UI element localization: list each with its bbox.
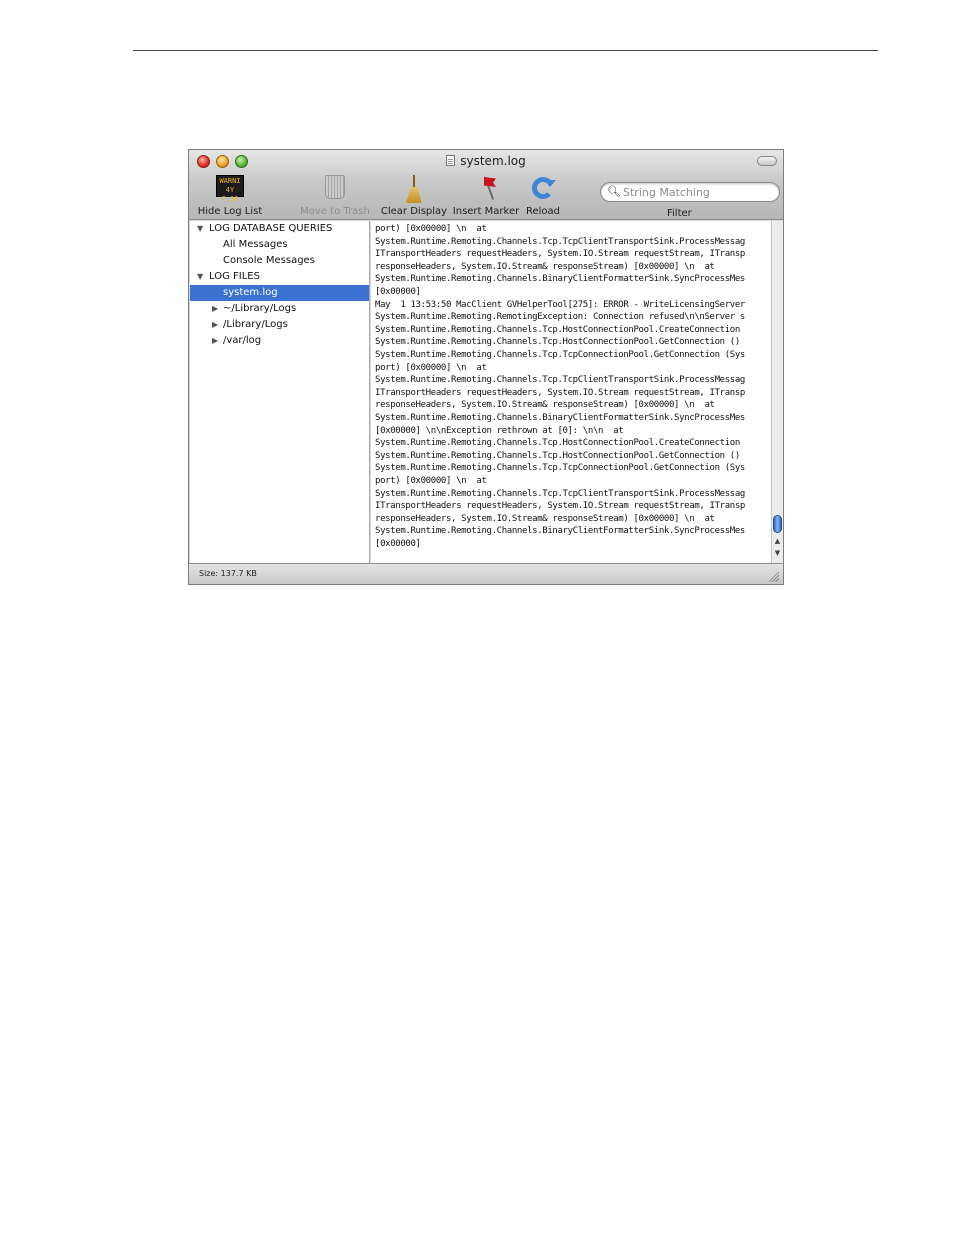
scrollbar-thumb[interactable] — [773, 515, 782, 533]
flag-cloth — [484, 177, 496, 187]
disclosure-closed-icon[interactable]: ▶ — [212, 301, 218, 317]
sidebar-section-label: LOG DATABASE QUERIES — [209, 223, 333, 234]
log-line: ITransportHeaders requestHeaders, System… — [375, 387, 745, 398]
log-line: System.Runtime.Remoting.RemotingExceptio… — [375, 312, 745, 323]
window-title: system.log — [189, 153, 783, 169]
sidebar-item-library-logs[interactable]: ▶ /Library/Logs — [190, 317, 369, 333]
window-titlebar[interactable]: system.log WARNI 4Y 7:36 Hide Log List M… — [189, 150, 783, 220]
log-line: System.Runtime.Remoting.Channels.BinaryC… — [375, 526, 745, 537]
sidebar-item-label: system.log — [223, 287, 278, 298]
log-line: System.Runtime.Remoting.Channels.Tcp.Hos… — [375, 438, 740, 449]
toolbar-toggle-button[interactable] — [757, 156, 777, 166]
log-line: responseHeaders, System.IO.Stream& respo… — [375, 261, 715, 272]
sidebar-item-all-messages[interactable]: All Messages — [190, 237, 369, 253]
move-to-trash-label: Move to Trash — [300, 206, 370, 217]
log-line: port) [0x00000] \n at — [375, 224, 487, 234]
broom-icon — [405, 175, 423, 203]
log-line: System.Runtime.Remoting.Channels.Tcp.Tcp… — [375, 488, 745, 499]
filter-search-input[interactable] — [623, 184, 773, 200]
sidebar-section-log-database-queries[interactable]: ▼ LOG DATABASE QUERIES — [190, 221, 369, 237]
search-icon: 🔍︎ — [607, 185, 621, 198]
console-window: system.log WARNI 4Y 7:36 Hide Log List M… — [188, 149, 784, 585]
log-line: ITransportHeaders requestHeaders, System… — [375, 501, 745, 512]
log-content-view[interactable]: port) [0x00000] \n at System.Runtime.Remo… — [371, 221, 771, 563]
log-line: System.Runtime.Remoting.Channels.BinaryC… — [375, 274, 745, 285]
log-line: System.Runtime.Remoting.Channels.Tcp.Hos… — [375, 450, 740, 461]
log-line: [0x00000] — [375, 287, 421, 297]
scroll-up-arrow-icon[interactable]: ▲ — [772, 537, 783, 545]
sidebar-item-console-messages[interactable]: Console Messages — [190, 253, 369, 269]
sidebar-item-label: /Library/Logs — [223, 319, 288, 330]
log-line: ITransportHeaders requestHeaders, System… — [375, 249, 745, 260]
log-vertical-scrollbar[interactable]: ▲ ▼ — [771, 221, 783, 563]
trash-icon — [325, 175, 345, 199]
sidebar-item-label: All Messages — [223, 239, 288, 250]
filter-search-field[interactable]: 🔍︎ — [600, 182, 780, 202]
status-bar: Size: 137.7 KB — [189, 563, 783, 584]
warning-log-icon: WARNI 4Y 7:36 — [216, 175, 244, 203]
log-list-sidebar: ▼ LOG DATABASE QUERIES All Messages Cons… — [190, 221, 370, 563]
log-line: responseHeaders, System.IO.Stream& respo… — [375, 513, 715, 524]
document-icon — [446, 155, 456, 166]
sidebar-section-label: LOG FILES — [209, 271, 260, 282]
disclosure-open-icon[interactable]: ▼ — [197, 221, 203, 237]
scroll-down-arrow-icon[interactable]: ▼ — [772, 549, 783, 557]
filter-label: Filter — [667, 208, 692, 219]
page-header-rule — [133, 50, 878, 51]
log-line: System.Runtime.Remoting.Channels.Tcp.Tcp… — [375, 375, 745, 386]
reload-label: Reload — [525, 206, 561, 217]
log-line: System.Runtime.Remoting.Channels.Tcp.Hos… — [375, 337, 740, 348]
window-title-text: system.log — [460, 154, 526, 168]
reload-icon — [532, 177, 556, 199]
flag-icon — [475, 175, 497, 201]
hide-log-list-label: Hide Log List — [197, 206, 263, 217]
disclosure-closed-icon[interactable]: ▶ — [212, 333, 218, 349]
disclosure-open-icon[interactable]: ▼ — [197, 269, 203, 285]
warning-log-icon-line-2: 4Y 7:36 — [221, 186, 239, 203]
log-line: port) [0x00000] \n at — [375, 476, 487, 486]
log-line: May 1 13:53:50 MacClient GVHelperTool[27… — [375, 299, 745, 310]
log-line: System.Runtime.Remoting.Channels.Tcp.Hos… — [375, 324, 740, 335]
disclosure-closed-icon[interactable]: ▶ — [212, 317, 218, 333]
log-line: [0x00000] — [375, 539, 421, 549]
log-line: port) [0x00000] \n at — [375, 362, 487, 373]
sidebar-item-var-log[interactable]: ▶ /var/log — [190, 333, 369, 349]
log-line: System.Runtime.Remoting.Channels.BinaryC… — [375, 413, 745, 423]
file-size-label: Size: 137.7 KB — [199, 569, 257, 578]
broom-bristles — [406, 187, 422, 203]
warning-log-icon-line-1: WARNI — [219, 177, 241, 185]
broom-stick — [413, 175, 415, 189]
resize-grip-icon[interactable] — [769, 572, 779, 582]
log-line: [0x00000] \n\nException rethrown at [0]:… — [375, 425, 624, 436]
sidebar-item-label: ~/Library/Logs — [223, 303, 297, 314]
clear-display-label: Clear Display — [380, 206, 448, 217]
sidebar-item-label: Console Messages — [223, 255, 315, 266]
sidebar-item-system-log[interactable]: system.log — [190, 285, 369, 301]
log-line: System.Runtime.Remoting.Channels.Tcp.Tcp… — [375, 236, 745, 247]
sidebar-item-user-library-logs[interactable]: ▶ ~/Library/Logs — [190, 301, 369, 317]
insert-marker-label: Insert Marker — [452, 206, 520, 217]
log-line: responseHeaders, System.IO.Stream& respo… — [375, 400, 715, 411]
log-line: System.Runtime.Remoting.Channels.Tcp.Tcp… — [375, 463, 745, 474]
sidebar-section-log-files[interactable]: ▼ LOG FILES — [190, 269, 369, 285]
log-line: System.Runtime.Remoting.Channels.Tcp.Tcp… — [375, 350, 745, 360]
sidebar-item-label: /var/log — [223, 335, 262, 346]
